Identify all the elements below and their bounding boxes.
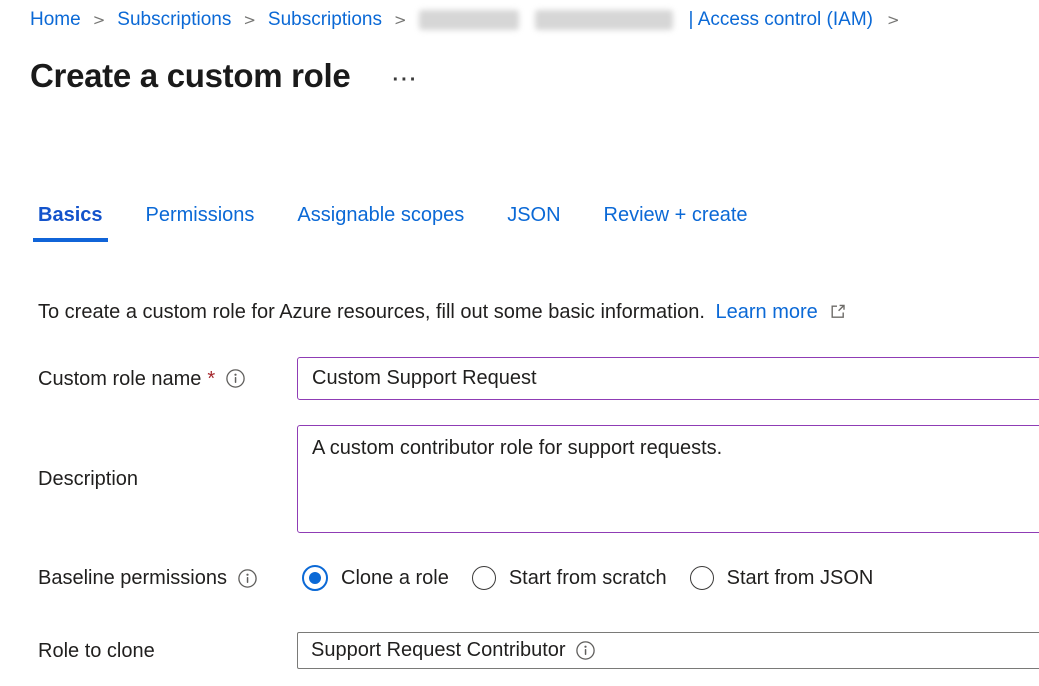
chevron-right-icon: > <box>887 8 900 32</box>
radio-clone-a-role[interactable]: Clone a role <box>302 565 449 591</box>
chevron-right-icon: > <box>93 8 106 32</box>
description-textarea[interactable]: A custom contributor role for support re… <box>297 425 1039 533</box>
intro-text: To create a custom role for Azure resour… <box>38 301 705 323</box>
intro-paragraph: To create a custom role for Azure resour… <box>38 299 1039 326</box>
description-field: A custom contributor role for support re… <box>297 425 1039 533</box>
role-to-clone-row: Role to clone Support Request Contributo… <box>38 632 1039 669</box>
radio-start-from-scratch[interactable]: Start from scratch <box>472 566 667 590</box>
breadcrumb-home[interactable]: Home <box>30 8 81 32</box>
baseline-permissions-row: Baseline permissions Clone a role <box>38 560 1039 596</box>
tab-permissions[interactable]: Permissions <box>141 202 260 242</box>
redacted-subscription-name <box>535 10 673 30</box>
tab-basics[interactable]: Basics <box>33 202 108 242</box>
breadcrumb-subscriptions-1[interactable]: Subscriptions <box>117 8 231 32</box>
baseline-permissions-label-group: Baseline permissions <box>38 565 297 591</box>
radio-label: Start from JSON <box>727 567 874 590</box>
tab-bar: Basics Permissions Assignable scopes JSO… <box>33 202 1039 242</box>
role-to-clone-label-group: Role to clone <box>38 638 297 664</box>
tab-assignable-scopes[interactable]: Assignable scopes <box>292 202 469 242</box>
info-icon[interactable] <box>237 568 258 589</box>
tab-review-create[interactable]: Review + create <box>599 202 753 242</box>
page-title: Create a custom role <box>30 56 350 96</box>
breadcrumb-access-control-iam[interactable]: | Access control (IAM) <box>689 8 873 32</box>
tab-json[interactable]: JSON <box>502 202 565 242</box>
role-to-clone-value: Support Request Contributor <box>311 639 566 662</box>
chevron-right-icon: > <box>394 8 407 32</box>
custom-role-name-row: Custom role name * <box>38 357 1039 400</box>
breadcrumb: Home > Subscriptions > Subscriptions > |… <box>30 8 1039 32</box>
custom-role-name-field <box>297 357 1039 400</box>
role-to-clone-field: Support Request Contributor <box>297 632 1039 669</box>
radio-unselected-icon <box>690 566 714 590</box>
baseline-permissions-label: Baseline permissions <box>38 565 227 591</box>
custom-role-name-input[interactable] <box>297 357 1039 400</box>
info-icon[interactable] <box>575 640 596 661</box>
description-label-group: Description <box>38 466 297 492</box>
chevron-right-icon: > <box>243 8 256 32</box>
external-link-icon[interactable] <box>829 303 846 320</box>
more-options-button[interactable]: ··· <box>392 69 418 92</box>
redacted-subscription-name <box>419 10 519 30</box>
info-icon[interactable] <box>225 368 246 389</box>
required-asterisk: * <box>207 366 215 392</box>
create-custom-role-page: Home > Subscriptions > Subscriptions > |… <box>0 0 1039 669</box>
page-header: Create a custom role ··· <box>30 56 1039 96</box>
custom-role-name-label-group: Custom role name * <box>38 366 297 392</box>
basics-form: Custom role name * Description A cu <box>38 357 1039 669</box>
radio-unselected-icon <box>472 566 496 590</box>
custom-role-name-label: Custom role name <box>38 366 201 392</box>
learn-more-link[interactable]: Learn more <box>716 301 818 323</box>
baseline-permissions-radio-group: Clone a role Start from scratch Start fr… <box>302 565 1039 591</box>
radio-selected-icon <box>302 565 328 591</box>
radio-start-from-json[interactable]: Start from JSON <box>690 566 874 590</box>
baseline-permissions-field: Clone a role Start from scratch Start fr… <box>297 565 1039 591</box>
radio-label: Start from scratch <box>509 567 667 590</box>
breadcrumb-subscriptions-2[interactable]: Subscriptions <box>268 8 382 32</box>
role-to-clone-label: Role to clone <box>38 638 155 664</box>
description-label: Description <box>38 466 138 492</box>
description-row: Description A custom contributor role fo… <box>38 425 1039 533</box>
radio-label: Clone a role <box>341 567 449 590</box>
role-to-clone-dropdown[interactable]: Support Request Contributor <box>297 632 1039 669</box>
